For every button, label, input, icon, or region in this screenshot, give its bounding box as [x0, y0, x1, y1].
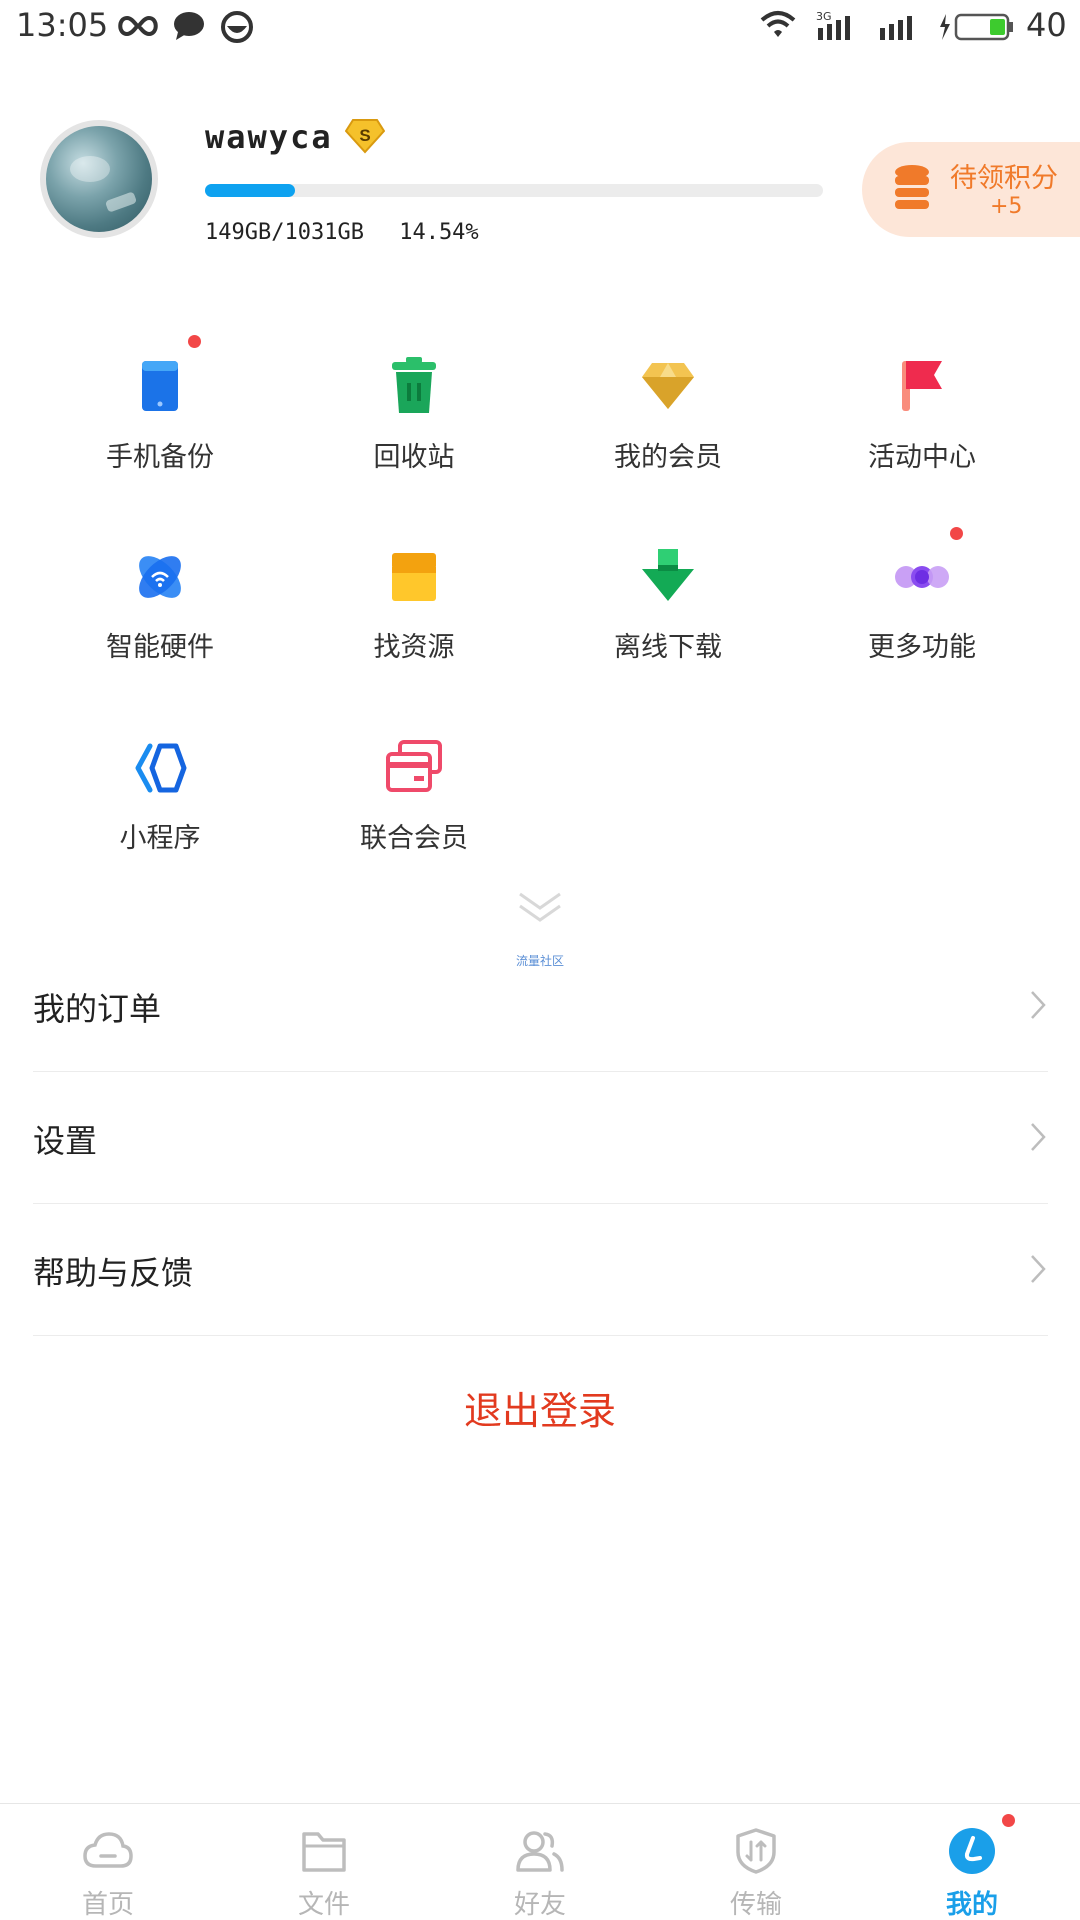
recycle-bin-icon: [392, 357, 436, 413]
grid-item-smart-hardware[interactable]: 智能硬件: [33, 547, 287, 697]
avatar-detail: [104, 191, 138, 213]
cloud-icon: [83, 1832, 133, 1868]
me-icon: [949, 1828, 995, 1874]
vip-badge-letter: S: [359, 126, 370, 145]
chevron-right-icon: [1031, 991, 1046, 1019]
grid-item-phone-backup[interactable]: 手机备份: [33, 335, 287, 507]
grid-label: 智能硬件: [106, 632, 214, 663]
grid-label: 小程序: [119, 823, 201, 854]
grid-label: 联合会员: [360, 823, 468, 854]
storage-quota: 149GB/1031GB 14.54%: [205, 220, 501, 245]
folder-icon: [302, 1832, 346, 1872]
battery-level: 40: [1026, 6, 1067, 44]
avatar[interactable]: [40, 120, 158, 238]
storage-used-text: 149GB/1031GB: [205, 220, 364, 245]
pending-points-card[interactable]: 待领积分 +5: [862, 142, 1080, 237]
store-icon: [392, 553, 436, 601]
tab-label: 首页: [81, 1890, 134, 1920]
app-notification-icon: [221, 11, 253, 43]
grid-label: 回收站: [373, 442, 455, 473]
transfer-shield-icon: [736, 1828, 776, 1874]
grid-item-find-resources[interactable]: 找资源: [287, 547, 541, 697]
bottom-tab-bar: 首页 文件 好友 传输 我的: [0, 1803, 1080, 1920]
grid-item-offline-download[interactable]: 离线下载: [541, 547, 795, 697]
phone-backup-icon: [142, 361, 178, 411]
tab-home[interactable]: 首页: [0, 1804, 216, 1920]
grid-label: 手机备份: [106, 442, 214, 473]
diamond-icon: [642, 363, 694, 409]
grid-item-activity-center[interactable]: 活动中心: [795, 357, 1049, 507]
infinity-icon: [118, 15, 158, 37]
pending-points-title: 待领积分: [950, 163, 1058, 194]
tab-label: 好友: [513, 1890, 566, 1920]
battery-charging-icon: [940, 13, 1013, 41]
grid-label: 我的会员: [614, 442, 722, 473]
logout-button[interactable]: 退出登录: [0, 1380, 1080, 1435]
more-dots-icon: [895, 566, 949, 588]
grid-label: 找资源: [373, 632, 455, 663]
storage-progress-fill: [205, 184, 295, 197]
menu-item-label: 我的订单: [33, 990, 162, 1028]
tab-label: 我的: [945, 1890, 998, 1920]
chevron-right-icon: [1031, 1123, 1046, 1151]
download-arrow-icon: [642, 549, 694, 601]
tab-transfer[interactable]: 传输: [648, 1804, 864, 1920]
smart-hardware-icon: [139, 556, 181, 598]
grid-label: 离线下载: [614, 632, 722, 663]
vip-badge-icon[interactable]: S: [345, 118, 385, 154]
storage-progress-bar: [205, 184, 823, 197]
pending-points-delta: +5: [990, 194, 1023, 219]
tab-friends[interactable]: 好友: [432, 1804, 648, 1920]
menu-item-my-orders[interactable]: 我的订单: [33, 940, 1048, 1072]
grid-item-mini-program[interactable]: 小程序: [33, 738, 287, 888]
more-features-badge: [950, 527, 963, 540]
coin-stack-icon: [895, 165, 929, 209]
grid-item-joint-membership[interactable]: 联合会员: [287, 738, 541, 888]
tab-label: 传输: [729, 1890, 782, 1920]
cellular-signal-3g-icon: [818, 16, 850, 40]
grid-item-more-features[interactable]: 更多功能: [795, 527, 1049, 697]
friends-icon: [516, 1831, 564, 1872]
tab-label: 文件: [297, 1890, 350, 1920]
storage-percent-text: 14.54%: [399, 220, 479, 245]
grid-item-my-membership[interactable]: 我的会员: [541, 357, 795, 507]
username[interactable]: wawyca: [205, 118, 333, 156]
menu-item-help-feedback[interactable]: 帮助与反馈: [33, 1204, 1048, 1336]
status-time: 13:05: [16, 6, 109, 44]
tab-me[interactable]: 我的: [864, 1804, 1080, 1920]
menu-item-label: 帮助与反馈: [33, 1254, 194, 1292]
menu-item-settings[interactable]: 设置: [33, 1072, 1048, 1204]
tab-files[interactable]: 文件: [216, 1804, 432, 1920]
wifi-icon: [760, 11, 796, 37]
joint-membership-card-icon: [386, 740, 442, 792]
grid-item-recycle-bin[interactable]: 回收站: [287, 357, 541, 507]
expand-chevron-icon[interactable]: [516, 890, 564, 926]
mini-program-icon: [135, 743, 187, 793]
grid-label: 更多功能: [868, 632, 976, 663]
cellular-signal-icon: [880, 16, 912, 40]
chat-bubble-icon: [174, 12, 204, 40]
chevron-right-icon: [1031, 1255, 1046, 1283]
flag-icon: [902, 361, 942, 411]
grid-label: 活动中心: [868, 442, 976, 473]
phone-backup-badge: [188, 335, 201, 348]
status-bar: 13:05 3G 40: [0, 0, 1080, 52]
tab-me-badge: [1002, 1814, 1015, 1827]
avatar-highlight: [70, 156, 110, 182]
menu-item-label: 设置: [33, 1122, 98, 1160]
